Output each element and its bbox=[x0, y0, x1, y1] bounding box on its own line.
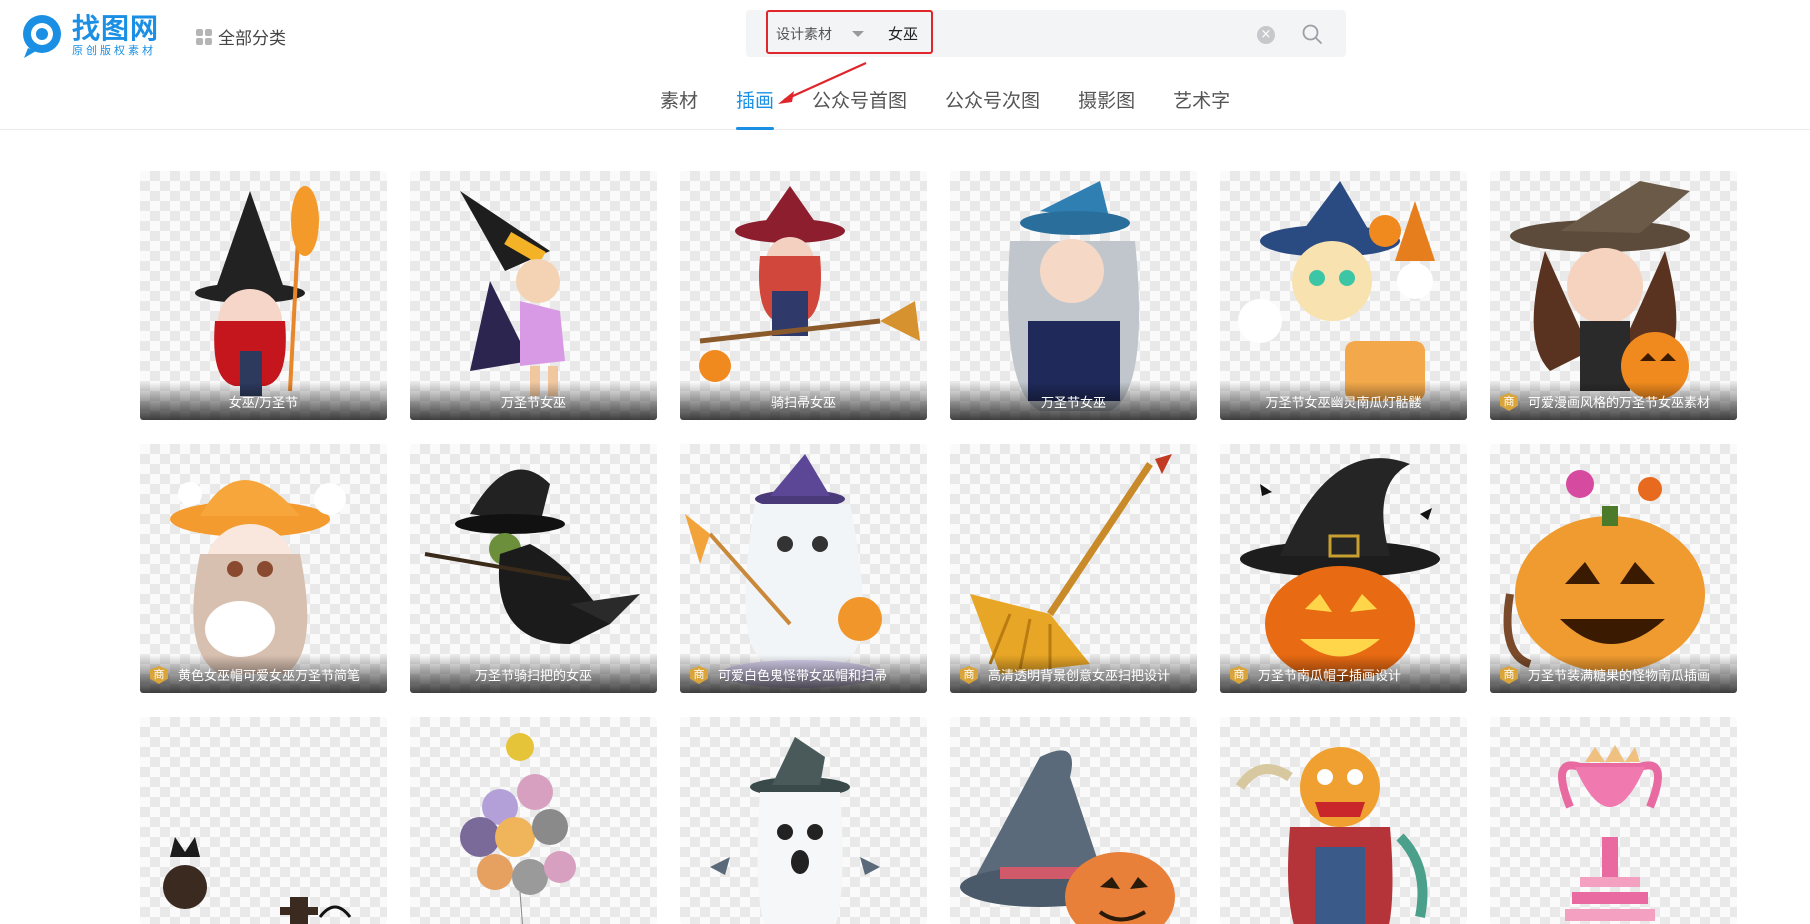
image-card[interactable] bbox=[680, 717, 927, 924]
image-card[interactable] bbox=[1490, 717, 1737, 924]
card-caption: 万圣节女巫 bbox=[410, 382, 657, 420]
card-caption: 商万圣节装满糖果的怪物南瓜插画 bbox=[1490, 655, 1737, 693]
card-title: 万圣节南瓜帽子插画设计 bbox=[1258, 669, 1402, 684]
illustration-thumbnail bbox=[1235, 747, 1428, 924]
image-card[interactable]: 万圣节女巫 bbox=[410, 171, 657, 420]
commercial-badge-icon: 商 bbox=[150, 666, 168, 684]
image-card[interactable]: 商高清透明背景创意女巫扫把设计 bbox=[950, 444, 1197, 693]
card-caption: 商万圣节南瓜帽子插画设计 bbox=[1220, 655, 1467, 693]
tab-0[interactable]: 素材 bbox=[660, 86, 698, 130]
grid-icon bbox=[196, 28, 212, 45]
card-title: 万圣节装满糖果的怪物南瓜插画 bbox=[1528, 669, 1711, 684]
card-title: 黄色女巫帽可爱女巫万圣节简笔 bbox=[178, 669, 361, 684]
all-categories-label: 全部分类 bbox=[218, 29, 286, 49]
card-title: 万圣节女巫 bbox=[500, 396, 566, 411]
image-card[interactable]: 万圣节骑扫把的女巫 bbox=[410, 444, 657, 693]
card-title: 女巫/万圣节 bbox=[228, 396, 299, 411]
commercial-badge-icon: 商 bbox=[690, 666, 708, 684]
chevron-down-icon[interactable] bbox=[852, 31, 864, 37]
illustration-thumbnail bbox=[460, 733, 576, 924]
card-caption: 万圣节女巫 bbox=[950, 382, 1197, 420]
image-card[interactable] bbox=[950, 717, 1197, 924]
site-logo[interactable]: 找图网 原创版权素材 bbox=[18, 12, 159, 60]
site-header: 找图网 原创版权素材 全部分类 设计素材 女巫 × 素材 插画 公众号首图 公众号次图… bbox=[0, 0, 1810, 130]
commercial-badge-icon: 商 bbox=[960, 666, 978, 684]
category-tabs: 素材 插画 公众号首图 公众号次图 摄影图 艺术字 bbox=[660, 86, 1268, 130]
image-card[interactable]: 商可爱白色鬼怪带女巫帽和扫帚 bbox=[680, 444, 927, 693]
all-categories-button[interactable]: 全部分类 bbox=[196, 24, 286, 49]
search-icon[interactable] bbox=[1301, 23, 1323, 45]
card-caption: 商高清透明背景创意女巫扫把设计 bbox=[950, 655, 1197, 693]
card-caption: 女巫/万圣节 bbox=[140, 382, 387, 420]
search-input[interactable]: 女巫 bbox=[888, 23, 918, 44]
image-card[interactable]: 女巫/万圣节 bbox=[140, 171, 387, 420]
image-card[interactable]: 骑扫帚女巫 bbox=[680, 171, 927, 420]
card-title: 万圣节女巫幽灵南瓜灯骷髅 bbox=[1265, 396, 1422, 411]
card-title: 可爱白色鬼怪带女巫帽和扫帚 bbox=[718, 669, 888, 684]
image-card[interactable]: 万圣节女巫 bbox=[950, 171, 1197, 420]
illustration-thumbnail bbox=[1558, 745, 1662, 921]
card-caption: 商黄色女巫帽可爱女巫万圣节简笔 bbox=[140, 655, 387, 693]
tab-4[interactable]: 摄影图 bbox=[1078, 86, 1135, 130]
card-caption: 万圣节骑扫把的女巫 bbox=[410, 655, 657, 693]
search-type-select[interactable]: 设计素材 bbox=[776, 24, 832, 44]
tab-2[interactable]: 公众号首图 bbox=[812, 86, 907, 130]
card-title: 可爱漫画风格的万圣节女巫素材 bbox=[1528, 396, 1711, 411]
image-card[interactable] bbox=[140, 717, 387, 924]
tab-5[interactable]: 艺术字 bbox=[1173, 86, 1230, 130]
card-title: 骑扫帚女巫 bbox=[770, 396, 836, 411]
commercial-badge-icon: 商 bbox=[1230, 666, 1248, 684]
search-bar: 设计素材 女巫 × bbox=[746, 10, 1346, 57]
commercial-badge-icon: 商 bbox=[1500, 393, 1518, 411]
card-caption: 万圣节女巫幽灵南瓜灯骷髅 bbox=[1220, 382, 1467, 420]
image-card[interactable] bbox=[410, 717, 657, 924]
card-title: 万圣节骑扫把的女巫 bbox=[474, 669, 592, 684]
card-title: 高清透明背景创意女巫扫把设计 bbox=[988, 669, 1171, 684]
card-title: 万圣节女巫 bbox=[1040, 396, 1106, 411]
card-caption: 商可爱白色鬼怪带女巫帽和扫帚 bbox=[680, 655, 927, 693]
illustration-thumbnail bbox=[710, 737, 880, 924]
close-circle-icon[interactable]: × bbox=[1257, 26, 1275, 44]
logo-subtitle: 原创版权素材 bbox=[72, 44, 156, 57]
illustration-thumbnail bbox=[163, 837, 352, 924]
image-card[interactable]: 商万圣节装满糖果的怪物南瓜插画 bbox=[1490, 444, 1737, 693]
commercial-badge-icon: 商 bbox=[1500, 666, 1518, 684]
card-caption: 骑扫帚女巫 bbox=[680, 382, 927, 420]
illustration-thumbnail bbox=[960, 750, 1175, 924]
card-caption: 商可爱漫画风格的万圣节女巫素材 bbox=[1490, 382, 1737, 420]
logo-icon bbox=[18, 12, 66, 60]
logo-name: 找图网 bbox=[72, 12, 160, 45]
image-card[interactable]: 商可爱漫画风格的万圣节女巫素材 bbox=[1490, 171, 1737, 420]
image-card[interactable]: 商万圣节南瓜帽子插画设计 bbox=[1220, 444, 1467, 693]
image-card[interactable] bbox=[1220, 717, 1467, 924]
tab-1[interactable]: 插画 bbox=[736, 86, 775, 130]
image-card[interactable]: 万圣节女巫幽灵南瓜灯骷髅 bbox=[1220, 171, 1467, 420]
image-card[interactable]: 商黄色女巫帽可爱女巫万圣节简笔 bbox=[140, 444, 387, 693]
tab-3[interactable]: 公众号次图 bbox=[945, 86, 1040, 130]
